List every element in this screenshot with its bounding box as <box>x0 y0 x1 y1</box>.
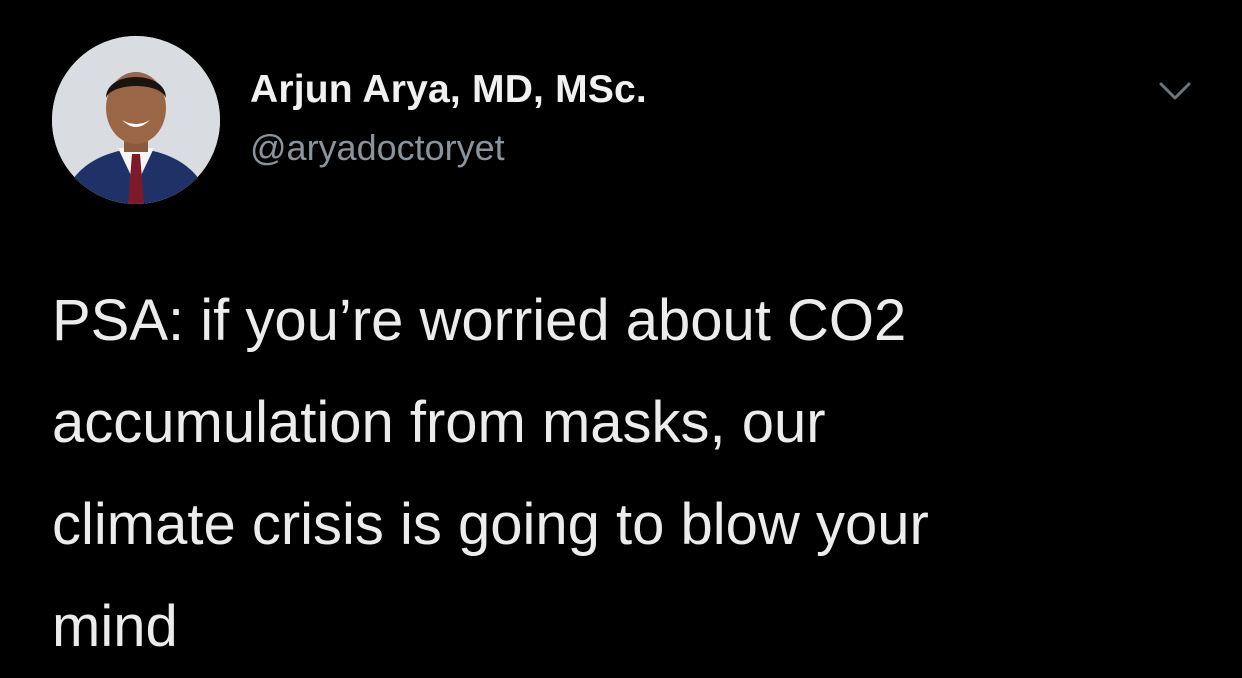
tweet-menu-button[interactable] <box>1155 76 1195 106</box>
tweet-card: Arjun Arya, MD, MSc. @aryadoctoryet PSA:… <box>0 0 1242 672</box>
profile-photo-icon <box>52 36 220 204</box>
tweet-text: PSA: if you’re worried about CO2 accumul… <box>52 288 929 659</box>
author-handle[interactable]: @aryadoctoryet <box>250 127 505 169</box>
chevron-down-icon <box>1159 82 1191 100</box>
author-display-name[interactable]: Arjun Arya, MD, MSc. <box>250 68 647 112</box>
avatar[interactable] <box>52 36 220 204</box>
